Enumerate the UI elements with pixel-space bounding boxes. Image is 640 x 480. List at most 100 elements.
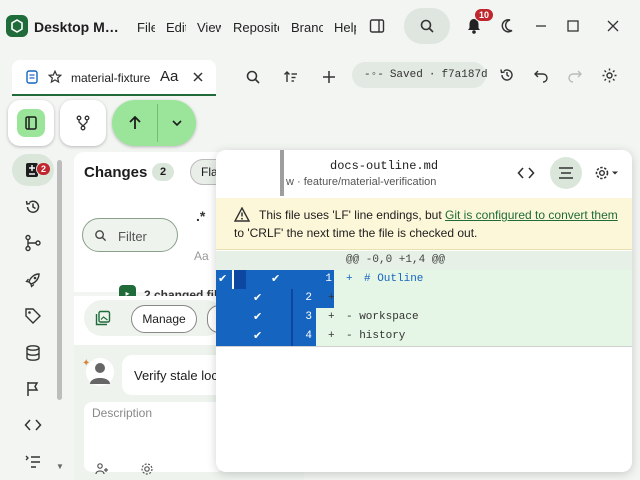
git-config-link[interactable]: Git is configured to convert them — [445, 208, 618, 222]
diff-file-name: docs-outline.md — [330, 159, 439, 173]
diff-sign: + — [328, 292, 335, 304]
description-placeholder: Description — [92, 406, 153, 420]
tab-label: material-fixture — [71, 71, 151, 85]
diff-line-text: - workspace — [346, 311, 419, 323]
diff-sign: + — [328, 330, 335, 342]
line-number: 2 — [305, 292, 312, 304]
settings-sync-icon[interactable] — [598, 64, 620, 86]
check-icon: ✔ — [271, 273, 281, 285]
menu-view[interactable]: View — [197, 20, 221, 35]
history-icon[interactable] — [20, 194, 46, 220]
gear-icon — [595, 166, 618, 180]
chevron-down-icon — [172, 120, 182, 127]
flag-icon[interactable] — [20, 376, 46, 402]
line-number: 3 — [305, 311, 312, 323]
warning-icon — [234, 207, 250, 223]
maximize-button[interactable] — [562, 15, 584, 37]
menu-file[interactable]: File — [137, 20, 155, 35]
menu-repository[interactable]: Repository — [233, 20, 279, 35]
branch-icon — [76, 115, 90, 131]
case-toggle[interactable]: Aa — [194, 249, 209, 263]
search-icon — [92, 227, 108, 243]
list-icon[interactable] — [20, 449, 46, 475]
app-logo-icon — [6, 15, 28, 37]
history-icon[interactable] — [496, 64, 518, 86]
search-button[interactable] — [404, 8, 450, 44]
check-icon: ✔ — [218, 273, 228, 285]
regex-toggle[interactable]: .* — [196, 208, 205, 224]
branch-button[interactable] — [60, 100, 106, 146]
book-icon — [17, 109, 45, 137]
close-tab-icon[interactable] — [190, 69, 206, 85]
code-icon[interactable] — [20, 412, 46, 438]
repository-tab-icon — [24, 69, 40, 85]
resize-handle[interactable] — [280, 150, 284, 196]
gutter-block — [234, 270, 246, 289]
changes-count: 2 — [152, 163, 174, 181]
theme-toggle-icon[interactable] — [498, 15, 520, 37]
changes-title: Changes — [84, 164, 148, 181]
arrow-up-icon — [129, 115, 141, 129]
co-authors-icon[interactable] — [95, 462, 109, 476]
menu-help[interactable]: Help — [334, 20, 356, 35]
menu-edit[interactable]: Edit — [166, 20, 186, 35]
tab-font-label[interactable]: Aa — [160, 68, 178, 85]
hunk-header: @@ -0,0 +1,4 @@ — [346, 254, 446, 266]
image-stack-icon[interactable] — [94, 309, 112, 327]
divider — [157, 104, 158, 142]
diff-line-text: # Outline — [364, 273, 424, 285]
code-view-icon[interactable] — [514, 162, 538, 184]
redo-icon[interactable] — [564, 64, 586, 86]
rocket-icon[interactable] — [20, 267, 46, 293]
manage-button[interactable]: Manage — [131, 305, 197, 333]
diff-branch-path: w · feature/material-verification — [286, 176, 437, 188]
line-number: 1 — [325, 273, 332, 285]
diff-panel: docs-outline.md w · feature/material-ver… — [216, 150, 632, 472]
summary-text: Verify stale local — [134, 368, 218, 383]
menu-branch[interactable]: Branch — [291, 20, 323, 35]
gutter-divider — [291, 327, 293, 346]
diff-line-text: - history — [346, 330, 406, 342]
scroll-down-icon[interactable]: ▼ — [56, 462, 64, 471]
commit-hash: f7a187d — [441, 69, 488, 81]
wrap-lines-button[interactable] — [550, 157, 582, 189]
gutter-divider — [291, 289, 293, 308]
lines-icon — [559, 167, 573, 179]
diff-sign: + — [328, 311, 335, 323]
close-window-button[interactable] — [602, 15, 624, 37]
line-ending-warning — [216, 198, 632, 250]
stash-icon[interactable] — [20, 340, 46, 366]
saved-status: -◦- Saved · f7a187d — [352, 62, 488, 88]
search-icon[interactable] — [242, 66, 264, 88]
warning-text-continued: to 'CRLF' the next time the file is chec… — [234, 226, 478, 240]
rail-scrollbar[interactable] — [57, 160, 62, 400]
sort-icon[interactable] — [280, 66, 302, 88]
app-title: Desktop M… — [34, 19, 119, 35]
warning-text: This file uses 'LF' line endings, but — [259, 208, 446, 222]
undo-icon[interactable] — [530, 64, 552, 86]
diff-settings-button[interactable] — [590, 161, 624, 185]
star-icon[interactable] — [47, 69, 63, 85]
maximize-icon — [567, 20, 579, 32]
co-author-icon: ✦ — [82, 358, 91, 369]
check-icon: ✔ — [253, 330, 263, 342]
branches-icon[interactable] — [20, 230, 46, 256]
push-button[interactable] — [120, 110, 150, 136]
minimize-icon — [536, 25, 546, 27]
add-icon[interactable] — [318, 66, 340, 88]
diff-sign: + — [346, 273, 353, 285]
repository-button[interactable] — [8, 100, 54, 146]
sidebar-toggle-icon[interactable] — [366, 15, 388, 37]
gutter-divider — [291, 308, 293, 327]
changes-badge: 2 — [36, 162, 52, 176]
close-icon — [607, 20, 619, 32]
line-gutter[interactable] — [216, 289, 334, 308]
check-icon: ✔ — [253, 292, 263, 304]
search-icon — [420, 19, 434, 33]
commit-dot-icon: -◦- — [364, 69, 384, 81]
minimize-button[interactable] — [530, 15, 552, 37]
tag-icon[interactable] — [20, 303, 46, 329]
push-options-button[interactable] — [165, 110, 189, 136]
gear-icon[interactable] — [140, 462, 154, 476]
saved-label: Saved — [389, 69, 423, 81]
